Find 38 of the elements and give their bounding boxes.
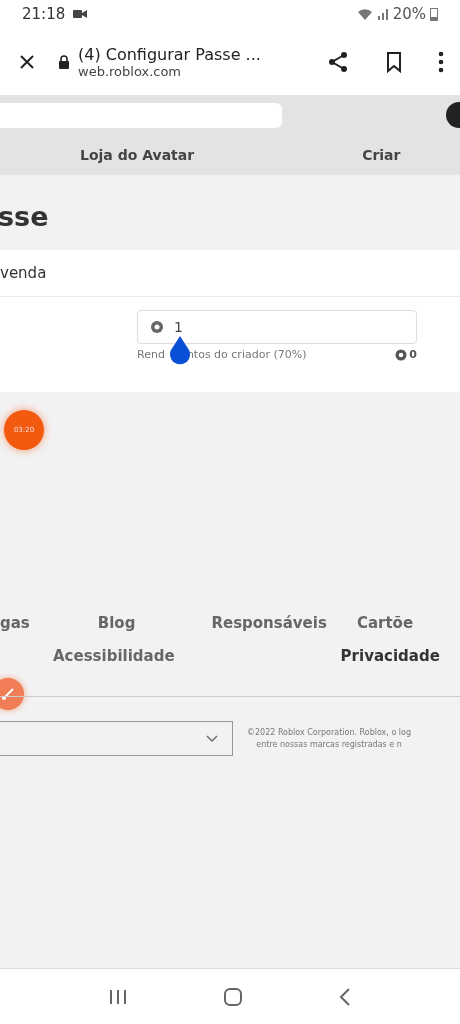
price-field[interactable]: 1 — [137, 310, 417, 344]
chevron-down-icon — [206, 734, 218, 743]
menu-icon[interactable] — [438, 50, 444, 73]
battery-level: 20% — [392, 5, 426, 23]
earnings-value: 0 — [409, 348, 417, 361]
close-icon[interactable] — [18, 52, 36, 71]
search-field[interactable] — [0, 102, 282, 128]
battery-icon — [430, 7, 438, 21]
footer-link[interactable]: Cartõe — [356, 614, 414, 632]
footer-link[interactable]: Blog — [97, 614, 136, 632]
signal-icon — [376, 8, 389, 20]
avatar[interactable] — [446, 102, 460, 128]
robux-icon — [150, 320, 164, 334]
footer-link[interactable]: Responsáveis — [211, 614, 327, 632]
wifi-icon — [356, 8, 373, 20]
language-select[interactable] — [0, 721, 233, 756]
lock-icon — [58, 54, 70, 69]
nav-link[interactable]: Loja do Avatar — [80, 147, 195, 163]
page-url: web.roblox.com — [78, 63, 183, 79]
copyright-text: ©2022 Roblox Corporation. Roblox, o log — [247, 728, 412, 737]
page-title: (4) Configurar Passe ... — [78, 44, 262, 64]
copyright-text: entre nossas marcas registradas e n — [256, 740, 402, 749]
recent-apps-icon[interactable] — [107, 987, 128, 1006]
back-icon[interactable] — [338, 986, 353, 1007]
footer-link[interactable]: Acessibilidade — [53, 647, 175, 665]
page-heading: sse — [0, 200, 50, 234]
camera-icon — [73, 9, 88, 19]
nav-link[interactable]: Criar — [362, 147, 401, 163]
home-icon[interactable] — [223, 986, 243, 1007]
footer-link[interactable]: gas — [0, 614, 30, 632]
section-label: venda — [0, 250, 460, 297]
bookmark-icon[interactable] — [384, 49, 404, 74]
brush-icon — [1, 687, 15, 701]
earnings-label: Rend — [137, 348, 165, 361]
clock: 21:18 — [22, 5, 66, 23]
robux-icon — [395, 348, 408, 361]
footer-link[interactable]: Privacidade — [340, 647, 440, 665]
share-icon[interactable] — [326, 49, 350, 74]
